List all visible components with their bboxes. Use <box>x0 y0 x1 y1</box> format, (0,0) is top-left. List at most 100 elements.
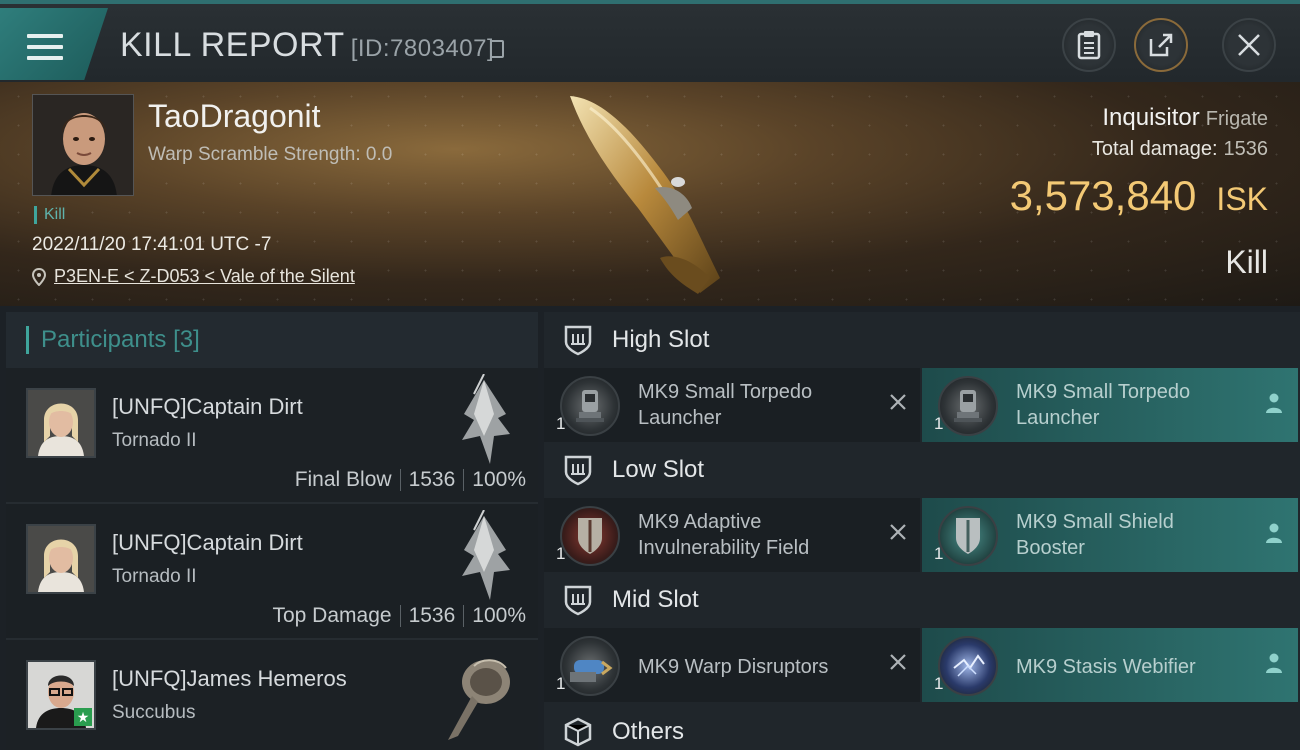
module-name: MK9 Adaptive Invulnerability Field <box>638 511 810 559</box>
low-slot-icon <box>564 455 592 486</box>
others-header: Others <box>544 702 1300 750</box>
module-name: MK9 Stasis Webifier <box>1016 656 1196 678</box>
low-slot-label: Low Slot <box>612 456 705 483</box>
participant-row[interactable]: ★ [UNFQ]James Hemeros Succubus <box>6 640 538 750</box>
clipboard-icon <box>1077 31 1101 60</box>
star-icon: ★ <box>74 708 92 726</box>
close-icon <box>1238 34 1260 56</box>
module-name: MK9 Small Torpedo Launcher <box>638 381 813 429</box>
ship-name: Inquisitor <box>1102 104 1200 131</box>
participant-name: [UNFQ]James Hemeros <box>112 666 347 691</box>
participant-damage: 1536 <box>408 604 456 627</box>
total-damage-label: Total damage: <box>1091 138 1218 160</box>
close-button[interactable] <box>1222 18 1276 72</box>
victim-portrait-image <box>33 95 133 195</box>
participant-avatar[interactable] <box>26 524 96 594</box>
participant-ship: Succubus <box>112 702 196 723</box>
victim-ship-render <box>570 96 720 294</box>
participant-percent: 100% <box>472 604 526 627</box>
participants-count: [3] <box>173 326 200 353</box>
participant-damage: 1536 <box>408 468 456 491</box>
high-slot-label: High Slot <box>612 326 710 353</box>
module-quantity: 1 <box>934 544 944 563</box>
succubus-ship-render <box>448 659 510 740</box>
participant-row[interactable]: [UNFQ]Captain Dirt Tornado II Top Damage… <box>6 504 538 640</box>
report-id: [ID:7803407] <box>350 35 495 62</box>
divider <box>399 605 401 627</box>
victim-avatar[interactable] <box>32 94 134 196</box>
high-slot-modules: 1 MK9 Small Torpedo Launcher 1 MK9 Small… <box>544 368 1300 442</box>
torpedo-launcher-icon <box>938 376 998 436</box>
divider <box>463 605 465 627</box>
destroyed-icon <box>890 524 906 540</box>
warp-disruptor-icon <box>560 636 620 696</box>
mid-slot-header: Mid Slot <box>544 572 1300 628</box>
participant-ship: Tornado II <box>112 566 197 587</box>
stasis-webifier-icon <box>938 636 998 696</box>
participant-name: [UNFQ]Captain Dirt <box>112 530 303 555</box>
kill-location[interactable]: P3EN-E < Z-D053 < Vale of the Silent <box>32 266 355 287</box>
user-icon <box>1266 523 1282 543</box>
module-quantity: 1 <box>934 674 944 693</box>
participant-stats: Top Damage 1536 100% <box>272 604 526 628</box>
cube-icon <box>564 717 592 747</box>
module-quantity: 1 <box>556 544 566 563</box>
participant-ship: Tornado II <box>112 430 197 451</box>
low-slot-header: Low Slot <box>544 442 1300 498</box>
destroyed-icon <box>890 394 906 410</box>
divider <box>463 469 465 491</box>
torpedo-launcher-icon <box>560 376 620 436</box>
participants-header: Participants [3] <box>6 312 538 368</box>
participant-avatar[interactable] <box>26 388 96 458</box>
participant-portrait-image <box>28 390 94 456</box>
module-quantity: 1 <box>934 414 944 433</box>
module-quantity: 1 <box>556 414 566 433</box>
user-icon <box>1266 393 1282 413</box>
destroyed-icon <box>890 654 906 670</box>
low-slot-modules: 1 MK9 Adaptive Invulnerability Field 1 M… <box>544 498 1300 572</box>
shield-booster-icon <box>938 506 998 566</box>
hamburger-icon <box>27 34 63 64</box>
module-destroyed[interactable]: 1 MK9 Small Torpedo Launcher <box>544 368 920 442</box>
mid-slot-icon <box>564 585 592 616</box>
participant-portrait-image <box>28 526 94 592</box>
copy-icon[interactable] <box>490 40 504 58</box>
header-bar: KILL REPORT [ID:7803407] <box>0 0 1300 82</box>
others-label: Others <box>612 718 685 745</box>
share-button[interactable] <box>1134 18 1188 72</box>
high-slot-icon <box>564 325 592 356</box>
participants-label: Participants <box>41 326 167 353</box>
module-dropped[interactable]: 1 MK9 Small Torpedo Launcher <box>922 368 1298 442</box>
participant-role: Top Damage <box>272 604 392 627</box>
participant-row[interactable]: [UNFQ]Captain Dirt Tornado II Final Blow… <box>6 368 538 504</box>
location-link[interactable]: P3EN-E < Z-D053 < Vale of the Silent <box>54 266 355 287</box>
share-icon <box>1149 33 1173 57</box>
ship-class: Frigate <box>1205 108 1268 130</box>
tornado-ship-render <box>462 510 510 600</box>
victim-name: TaoDragonit <box>148 98 321 134</box>
invulnerability-field-icon <box>560 506 620 566</box>
module-destroyed[interactable]: 1 MK9 Adaptive Invulnerability Field <box>544 498 920 572</box>
warp-scramble-strength: Warp Scramble Strength: 0.0 <box>148 144 393 165</box>
victim-ship: Inquisitor Frigate <box>1102 104 1268 132</box>
tornado-ship-render <box>462 374 510 464</box>
report-details-button[interactable] <box>1062 18 1116 72</box>
location-pin-icon <box>32 267 46 286</box>
participant-avatar[interactable]: ★ <box>26 660 96 730</box>
participant-name: [UNFQ]Captain Dirt <box>112 394 303 419</box>
module-name: MK9 Small Torpedo Launcher <box>1016 381 1191 429</box>
fitting-panel: High Slot 1 MK9 Small Torpedo Launcher 1… <box>544 312 1300 750</box>
participant-role: Final Blow <box>294 468 392 491</box>
module-destroyed[interactable]: 1 MK9 Warp Disruptors <box>544 628 920 702</box>
victim-banner: TaoDragonit Warp Scramble Strength: 0.0 … <box>0 82 1300 306</box>
module-quantity: 1 <box>556 674 566 693</box>
total-damage-value: 1536 <box>1223 138 1269 160</box>
page-title: KILL REPORT [ID:7803407] <box>120 26 494 65</box>
menu-button[interactable] <box>0 8 108 80</box>
module-dropped[interactable]: 1 MK9 Small Shield Booster <box>922 498 1298 572</box>
high-slot-header: High Slot <box>544 312 1300 368</box>
isk-amount: 3,573,840 <box>1009 172 1197 219</box>
module-name: MK9 Warp Disruptors <box>638 656 829 678</box>
module-dropped[interactable]: 1 MK9 Stasis Webifier <box>922 628 1298 702</box>
module-name: MK9 Small Shield Booster <box>1016 511 1174 559</box>
